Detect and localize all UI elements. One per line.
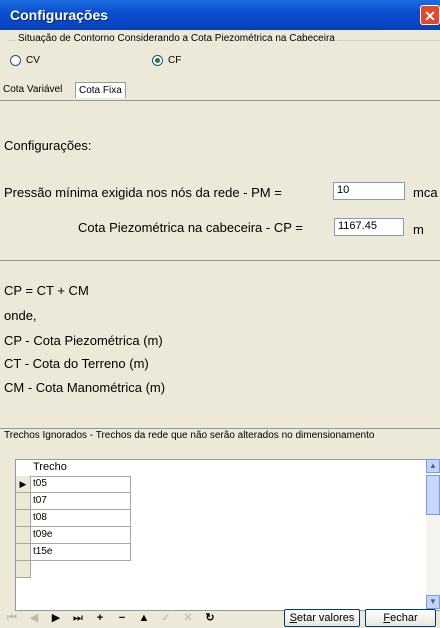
formula-text: CP = CT + CM <box>4 283 89 298</box>
db-navigator: ⏮ ◀ ▶ ⏭ + − ▲ ✓ ✕ ↻ Setar valores Fechar <box>0 608 440 628</box>
boundary-condition-group: Situação de Contorno Considerando a Cota… <box>8 33 440 63</box>
radio-cf[interactable]: CF <box>152 55 181 66</box>
table-row[interactable]: t08 <box>16 510 131 527</box>
group-legend: Situação de Contorno Considerando a Cota… <box>16 33 337 44</box>
section-divider-2 <box>0 428 440 429</box>
ignored-grid[interactable]: Trecho ▶ t05 t07 t08 t09e t15e <box>15 459 440 611</box>
cp-label: Cota Piezométrica na cabeceira - CP = <box>78 220 303 235</box>
grid-header: Trecho <box>16 460 131 477</box>
close-icon[interactable]: ✕ <box>420 5 440 25</box>
cp-unit: m <box>413 222 424 237</box>
column-trecho: Trecho <box>33 461 67 473</box>
tab-cota-variavel[interactable]: Cota Variável <box>0 82 65 97</box>
row-cell[interactable]: t08 <box>33 512 47 523</box>
cancel-record-icon[interactable]: ✕ <box>180 610 196 626</box>
prior-record-icon[interactable]: ◀ <box>26 610 42 626</box>
radio-cf-dot[interactable] <box>152 55 163 66</box>
refresh-icon[interactable]: ↻ <box>202 610 218 626</box>
definition-cm: CM - Cota Manométrica (m) <box>4 380 166 395</box>
scroll-thumb[interactable] <box>426 475 440 515</box>
next-record-icon[interactable]: ▶ <box>48 610 64 626</box>
ignored-label: Trechos Ignorados - Trechos da rede que … <box>4 430 375 441</box>
pm-input[interactable]: 10 <box>333 182 405 200</box>
row-cell[interactable]: t05 <box>33 478 47 489</box>
post-record-icon[interactable]: ✓ <box>158 610 174 626</box>
row-indicator <box>16 510 31 527</box>
row-indicator <box>16 544 31 561</box>
delete-record-icon[interactable]: − <box>114 610 130 626</box>
edit-record-icon[interactable]: ▲ <box>136 610 152 626</box>
row-indicator <box>16 527 31 544</box>
table-row[interactable]: ▶ t05 <box>16 476 131 493</box>
table-row[interactable]: t09e <box>16 527 131 544</box>
radio-cv[interactable]: CV <box>10 55 40 66</box>
radio-cv-dot[interactable] <box>10 55 21 66</box>
where-text: onde, <box>4 308 37 323</box>
tab-divider <box>0 100 440 101</box>
last-record-icon[interactable]: ⏭ <box>70 610 86 626</box>
scroll-down-icon[interactable]: ▼ <box>426 595 440 609</box>
table-row[interactable]: t07 <box>16 493 131 510</box>
tab-strip: Cota Variável Cota Fixa <box>0 82 440 100</box>
insert-record-icon[interactable]: + <box>92 610 108 626</box>
section-divider <box>0 260 440 261</box>
definition-ct: CT - Cota do Terreno (m) <box>4 356 149 371</box>
row-indicator <box>16 561 31 578</box>
row-cell[interactable]: t07 <box>33 495 47 506</box>
current-row-arrow-icon: ▶ <box>16 476 31 493</box>
row-cell[interactable]: t15e <box>33 546 52 557</box>
config-heading: Configurações: <box>4 138 92 153</box>
row-cell[interactable]: t09e <box>33 529 52 540</box>
first-record-icon[interactable]: ⏮ <box>4 610 20 626</box>
pm-unit: mca <box>413 185 438 200</box>
close-button[interactable]: Fechar <box>365 609 436 627</box>
title-bar: Configurações ✕ <box>0 0 440 30</box>
cp-input[interactable]: 1167.45 <box>334 218 404 236</box>
radio-cf-label: CF <box>168 55 182 66</box>
table-row-new[interactable] <box>16 561 131 578</box>
row-indicator <box>16 493 31 510</box>
set-values-button[interactable]: Setar valores <box>284 609 360 627</box>
tab-cota-fixa[interactable]: Cota Fixa <box>75 82 126 98</box>
pm-label: Pressão mínima exigida nos nós da rede -… <box>4 185 282 200</box>
grid-scrollbar[interactable]: ▲ ▼ <box>426 459 440 609</box>
scroll-up-icon[interactable]: ▲ <box>426 459 440 473</box>
radio-cv-label: CV <box>26 55 40 66</box>
window-title: Configurações <box>10 7 109 23</box>
definition-cp: CP - Cota Piezométrica (m) <box>4 333 163 348</box>
table-row[interactable]: t15e <box>16 544 131 561</box>
